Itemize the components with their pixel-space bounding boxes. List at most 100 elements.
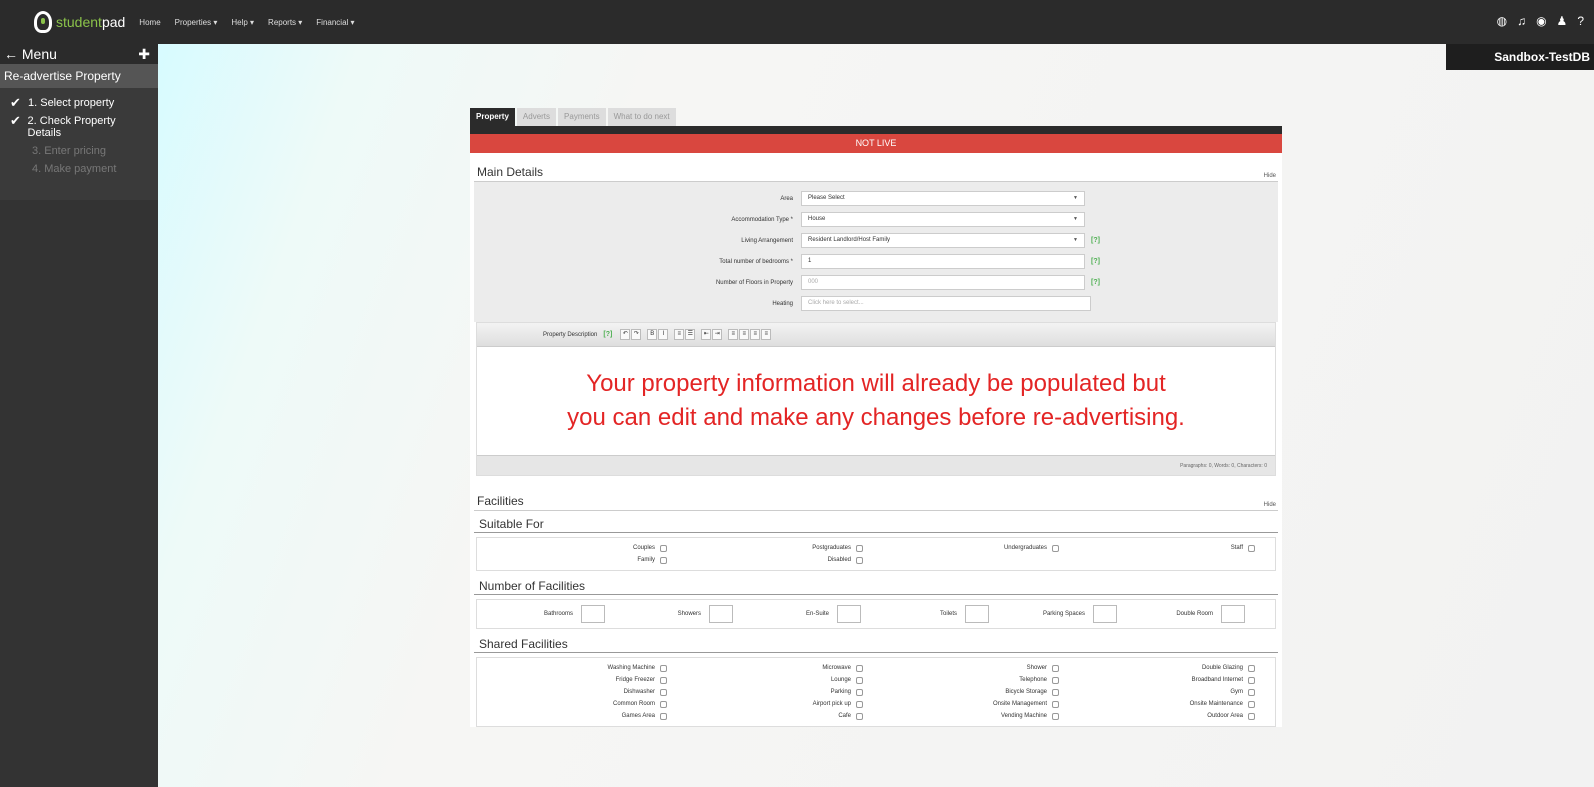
bathrooms-input[interactable] [581,605,605,623]
undo-icon[interactable]: ↶ [620,329,631,340]
checkbox[interactable] [660,664,667,672]
indent-icon[interactable]: ⇥ [712,329,723,340]
redo-icon[interactable]: ↷ [631,329,642,340]
align-left-icon[interactable]: ≡ [728,329,739,340]
parking-spaces-field[interactable]: Parking Spaces [989,605,1117,623]
checkbox[interactable] [1052,700,1059,708]
suitable-undergraduates[interactable]: Undergraduates [869,544,1065,552]
parking-spaces-input[interactable] [1093,605,1117,623]
shared-facility[interactable]: Cafe [673,712,869,720]
shared-facility[interactable]: Microwave [673,664,869,672]
checkbox[interactable] [660,688,667,696]
living-help-link[interactable]: [?] [1091,237,1100,244]
pin-icon[interactable]: ✚ [138,46,150,63]
shared-facility[interactable]: Vending Machine [869,712,1065,720]
facilities-hide-link[interactable]: Hide [1264,502,1276,508]
shared-facility[interactable]: Bicycle Storage [869,688,1065,696]
description-help-link[interactable]: [?] [603,331,612,338]
accommodation-select[interactable]: House ▼ [801,212,1085,227]
bold-icon[interactable]: B [647,329,658,340]
help-icon[interactable]: ? [1577,14,1584,28]
nav-properties[interactable]: Properties ▾ [175,18,218,27]
step-select-property[interactable]: ✔ 1. Select property [0,94,158,112]
floors-input[interactable]: 000 [801,275,1085,290]
living-arrangement-select[interactable]: Resident Landlord/Host Family ▼ [801,233,1085,248]
area-select[interactable]: Please Select ▼ [801,191,1085,206]
tab-what-next[interactable]: What to do next [607,108,676,126]
bullet-list-icon[interactable]: ☰ [685,329,696,340]
showers-input[interactable] [709,605,733,623]
heating-select[interactable]: Click here to select... [801,296,1091,311]
shared-facility[interactable]: Airport pick up [673,700,869,708]
bedrooms-input[interactable]: 1 [801,254,1085,269]
eye-icon[interactable]: ◉ [1536,14,1546,28]
bell-icon[interactable]: ♫ [1517,14,1526,28]
shared-facility[interactable]: Onsite Maintenance [1065,700,1261,708]
outdent-icon[interactable]: ⇤ [701,329,712,340]
user-icon[interactable]: ♟ [1557,14,1568,28]
checkbox[interactable] [1248,712,1255,720]
checkbox[interactable] [1052,664,1059,672]
showers-field[interactable]: Showers [605,605,733,623]
align-right-icon[interactable]: ≡ [750,329,761,340]
checkbox[interactable] [1052,676,1059,684]
suitable-couples[interactable]: Couples [477,544,673,552]
ensuite-field[interactable]: En-Suite [733,605,861,623]
checkbox[interactable] [1052,544,1059,552]
nav-help[interactable]: Help ▾ [231,18,254,27]
main-details-hide-link[interactable]: Hide [1264,173,1276,179]
shared-facility[interactable]: Broadband Internet [1065,676,1261,684]
suitable-family[interactable]: Family [477,556,673,564]
checkbox[interactable] [856,688,863,696]
toilets-input[interactable] [965,605,989,623]
numbered-list-icon[interactable]: ≡ [674,329,685,340]
shared-facility[interactable]: Dishwasher [477,688,673,696]
checkbox[interactable] [1248,544,1255,552]
nav-reports[interactable]: Reports ▾ [268,18,302,27]
ensuite-input[interactable] [837,605,861,623]
tab-adverts[interactable]: Adverts [516,108,557,126]
nav-financial[interactable]: Financial ▾ [316,18,354,27]
checkbox[interactable] [660,676,667,684]
checkbox[interactable] [1052,688,1059,696]
checkbox[interactable] [856,700,863,708]
nav-home[interactable]: Home [139,18,160,27]
suitable-staff[interactable]: Staff [1065,544,1261,552]
align-center-icon[interactable]: ≡ [739,329,750,340]
italic-icon[interactable]: I [658,329,669,340]
checkbox[interactable] [660,556,667,564]
shared-facility[interactable]: Outdoor Area [1065,712,1261,720]
checkbox[interactable] [856,712,863,720]
double-room-field[interactable]: Double Room [1117,605,1245,623]
checkbox[interactable] [1248,688,1255,696]
bathrooms-field[interactable]: Bathrooms [477,605,605,623]
checkbox[interactable] [1052,712,1059,720]
checkbox[interactable] [660,712,667,720]
shared-facility[interactable]: Washing Machine [477,664,673,672]
checkbox[interactable] [856,676,863,684]
checkbox[interactable] [660,544,667,552]
bedrooms-help-link[interactable]: [?] [1091,258,1100,265]
checkbox[interactable] [1248,676,1255,684]
checkbox[interactable] [1248,700,1255,708]
suitable-postgraduates[interactable]: Postgraduates [673,544,869,552]
menu-toggle[interactable]: ← Menu [4,46,57,62]
double-room-input[interactable] [1221,605,1245,623]
checkbox[interactable] [1248,664,1255,672]
checkbox[interactable] [856,556,863,564]
shared-facility[interactable]: Games Area [477,712,673,720]
step-check-details[interactable]: ✔ 2. Check Property Details [0,112,158,142]
description-textarea[interactable]: Your property information will already b… [477,347,1275,455]
shared-facility[interactable]: Common Room [477,700,673,708]
toilets-field[interactable]: Toilets [861,605,989,623]
tab-property[interactable]: Property [470,108,515,126]
align-justify-icon[interactable]: ≡ [761,329,772,340]
shared-facility[interactable]: Parking [673,688,869,696]
checkbox[interactable] [660,700,667,708]
menu-header[interactable]: ← Menu ✚ [0,44,158,64]
shared-facility[interactable]: Telephone [869,676,1065,684]
tab-payments[interactable]: Payments [558,108,606,126]
globe-icon[interactable]: ◍ [1497,14,1507,28]
shared-facility[interactable]: Onsite Management [869,700,1065,708]
shared-facility[interactable]: Shower [869,664,1065,672]
